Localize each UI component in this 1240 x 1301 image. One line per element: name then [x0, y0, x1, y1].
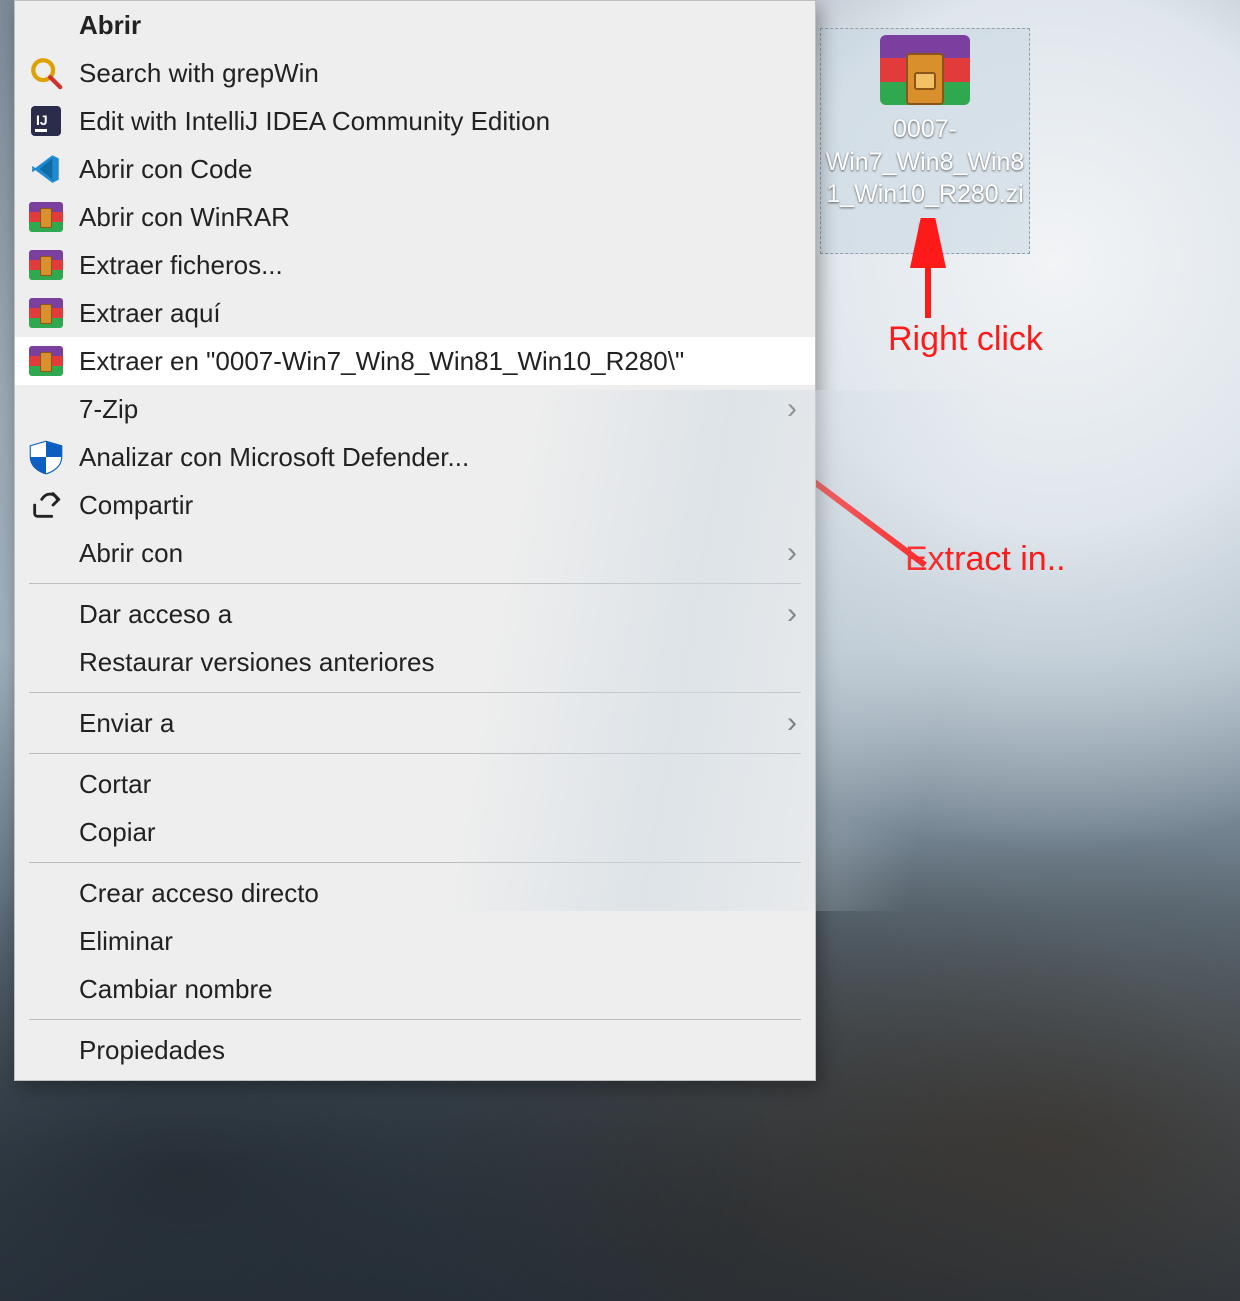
menu-label: Analizar con Microsoft Defender... [79, 442, 797, 473]
menu-item-extraer-ficheros[interactable]: Extraer ficheros... [15, 241, 815, 289]
desktop-background: 0007-Win7_Win8_Win81_Win10_R280.zip Righ… [0, 0, 1240, 1301]
menu-item-7zip[interactable]: 7-Zip › [15, 385, 815, 433]
menu-label: Extraer ficheros... [79, 250, 797, 281]
winrar-icon [25, 340, 67, 382]
menu-label: Copiar [79, 817, 797, 848]
menu-label: Extraer aquí [79, 298, 797, 329]
menu-item-propiedades[interactable]: Propiedades [15, 1026, 815, 1074]
menu-label: Search with grepWin [79, 58, 797, 89]
menu-separator [29, 692, 801, 693]
file-zip[interactable]: 0007-Win7_Win8_Win81_Win10_R280.zip [820, 28, 1030, 254]
menu-item-edit-intellij[interactable]: IJ Edit with IntelliJ IDEA Community Edi… [15, 97, 815, 145]
menu-label: Compartir [79, 490, 797, 521]
submenu-chevron-icon: › [779, 392, 797, 426]
menu-separator [29, 753, 801, 754]
vscode-icon [25, 148, 67, 190]
menu-label: Propiedades [79, 1035, 797, 1066]
menu-label: Dar acceso a [79, 599, 779, 630]
defender-shield-icon [25, 436, 67, 478]
menu-item-eliminar[interactable]: Eliminar [15, 917, 815, 965]
menu-label: Extraer en "0007-Win7_Win8_Win81_Win10_R… [79, 346, 797, 377]
intellij-icon: IJ [25, 100, 67, 142]
annotation-extract-in: Extract in.. [905, 540, 1066, 579]
submenu-chevron-icon: › [779, 597, 797, 631]
menu-item-abrir-winrar[interactable]: Abrir con WinRAR [15, 193, 815, 241]
file-name-label: 0007-Win7_Win8_Win81_Win10_R280.zip [825, 113, 1025, 243]
share-icon [25, 484, 67, 526]
menu-item-abrir-code[interactable]: Abrir con Code [15, 145, 815, 193]
annotation-right-click: Right click [888, 320, 1043, 359]
menu-item-copiar[interactable]: Copiar [15, 808, 815, 856]
menu-separator [29, 1019, 801, 1020]
context-menu: Abrir Search with grepWin IJ Edit with I… [14, 0, 816, 1081]
winrar-icon [25, 292, 67, 334]
menu-item-crear-acceso[interactable]: Crear acceso directo [15, 869, 815, 917]
menu-item-search-grepwin[interactable]: Search with grepWin [15, 49, 815, 97]
menu-label: Abrir [79, 10, 797, 41]
winrar-icon [25, 196, 67, 238]
submenu-chevron-icon: › [779, 536, 797, 570]
menu-label: Crear acceso directo [79, 878, 797, 909]
menu-item-dar-acceso[interactable]: Dar acceso a › [15, 590, 815, 638]
submenu-chevron-icon: › [779, 706, 797, 740]
menu-label: Abrir con Code [79, 154, 797, 185]
search-icon [25, 52, 67, 94]
menu-label: Enviar a [79, 708, 779, 739]
menu-label: Cambiar nombre [79, 974, 797, 1005]
menu-label: Cortar [79, 769, 797, 800]
menu-separator [29, 583, 801, 584]
menu-label: 7-Zip [79, 394, 779, 425]
menu-item-defender[interactable]: Analizar con Microsoft Defender... [15, 433, 815, 481]
menu-separator [29, 862, 801, 863]
menu-item-cortar[interactable]: Cortar [15, 760, 815, 808]
menu-label: Abrir con [79, 538, 779, 569]
winrar-icon [25, 244, 67, 286]
menu-item-abrir[interactable]: Abrir [15, 1, 815, 49]
menu-label: Restaurar versiones anteriores [79, 647, 797, 678]
menu-label: Abrir con WinRAR [79, 202, 797, 233]
menu-item-compartir[interactable]: Compartir [15, 481, 815, 529]
winrar-archive-icon [880, 35, 970, 105]
menu-label: Edit with IntelliJ IDEA Community Editio… [79, 106, 797, 137]
svg-text:IJ: IJ [36, 112, 48, 128]
menu-label: Eliminar [79, 926, 797, 957]
menu-item-restaurar-versiones[interactable]: Restaurar versiones anteriores [15, 638, 815, 686]
menu-item-extraer-aqui[interactable]: Extraer aquí [15, 289, 815, 337]
menu-item-abrir-con[interactable]: Abrir con › [15, 529, 815, 577]
menu-item-enviar-a[interactable]: Enviar a › [15, 699, 815, 747]
menu-item-cambiar-nombre[interactable]: Cambiar nombre [15, 965, 815, 1013]
menu-item-extraer-en[interactable]: Extraer en "0007-Win7_Win8_Win81_Win10_R… [15, 337, 815, 385]
